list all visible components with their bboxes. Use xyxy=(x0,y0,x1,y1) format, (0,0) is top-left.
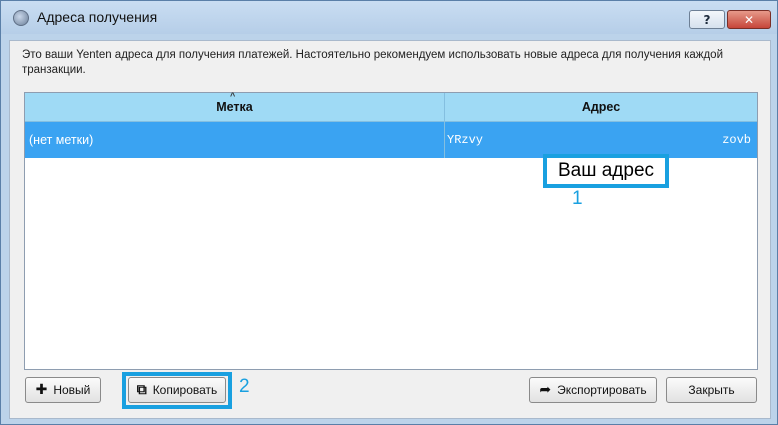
app-icon xyxy=(13,10,29,26)
dialog-body: Это ваши Yenten адреса для получения пла… xyxy=(9,40,771,419)
close-button-label: Закрыть xyxy=(688,383,735,397)
new-address-button[interactable]: ✚ Новый xyxy=(25,377,101,403)
plus-icon: ✚ xyxy=(35,382,48,398)
column-header-label[interactable]: ^ Метка xyxy=(25,91,445,121)
callout-marker-2: 2 xyxy=(239,376,250,397)
address-table[interactable]: ^ Метка Адрес (нет метки) YRzvy zovb xyxy=(24,91,758,370)
close-button[interactable]: Закрыть xyxy=(666,377,757,403)
share-arrow-icon: ➦ xyxy=(539,382,552,398)
window-close-button[interactable]: ✕ xyxy=(727,10,771,29)
row-address-start: YRzvy xyxy=(447,133,484,147)
export-button[interactable]: ➦ Экспортировать xyxy=(529,377,657,403)
sort-arrow-icon: ^ xyxy=(230,91,236,101)
column-header-label-text: Метка xyxy=(216,100,253,114)
window-title: Адреса получения xyxy=(37,9,158,25)
table-row[interactable]: (нет метки) YRzvy zovb xyxy=(25,122,757,158)
new-button-label: Новый xyxy=(53,383,91,397)
description-text: Это ваши Yenten адреса для получения пла… xyxy=(22,49,723,76)
copy-button-label: Копировать xyxy=(152,383,218,397)
row-label-cell: (нет метки) xyxy=(29,133,94,147)
callout-marker-1: 1 xyxy=(572,188,583,209)
row-address-end: zovb xyxy=(722,133,751,147)
copy-button[interactable]: ⧉ Копировать xyxy=(128,377,226,403)
column-header-address[interactable]: Адрес xyxy=(445,93,757,121)
export-button-label: Экспортировать xyxy=(557,383,647,397)
help-button[interactable]: ? xyxy=(689,10,725,29)
copy-icon: ⧉ xyxy=(136,382,147,398)
table-header: ^ Метка Адрес xyxy=(25,91,757,122)
address-callout: Ваш адрес xyxy=(543,154,669,188)
receive-addresses-window: Адреса получения ? ✕ Это ваши Yenten адр… xyxy=(0,0,778,425)
column-divider xyxy=(444,122,445,158)
title-bar[interactable]: Адреса получения ? ✕ xyxy=(1,1,777,34)
